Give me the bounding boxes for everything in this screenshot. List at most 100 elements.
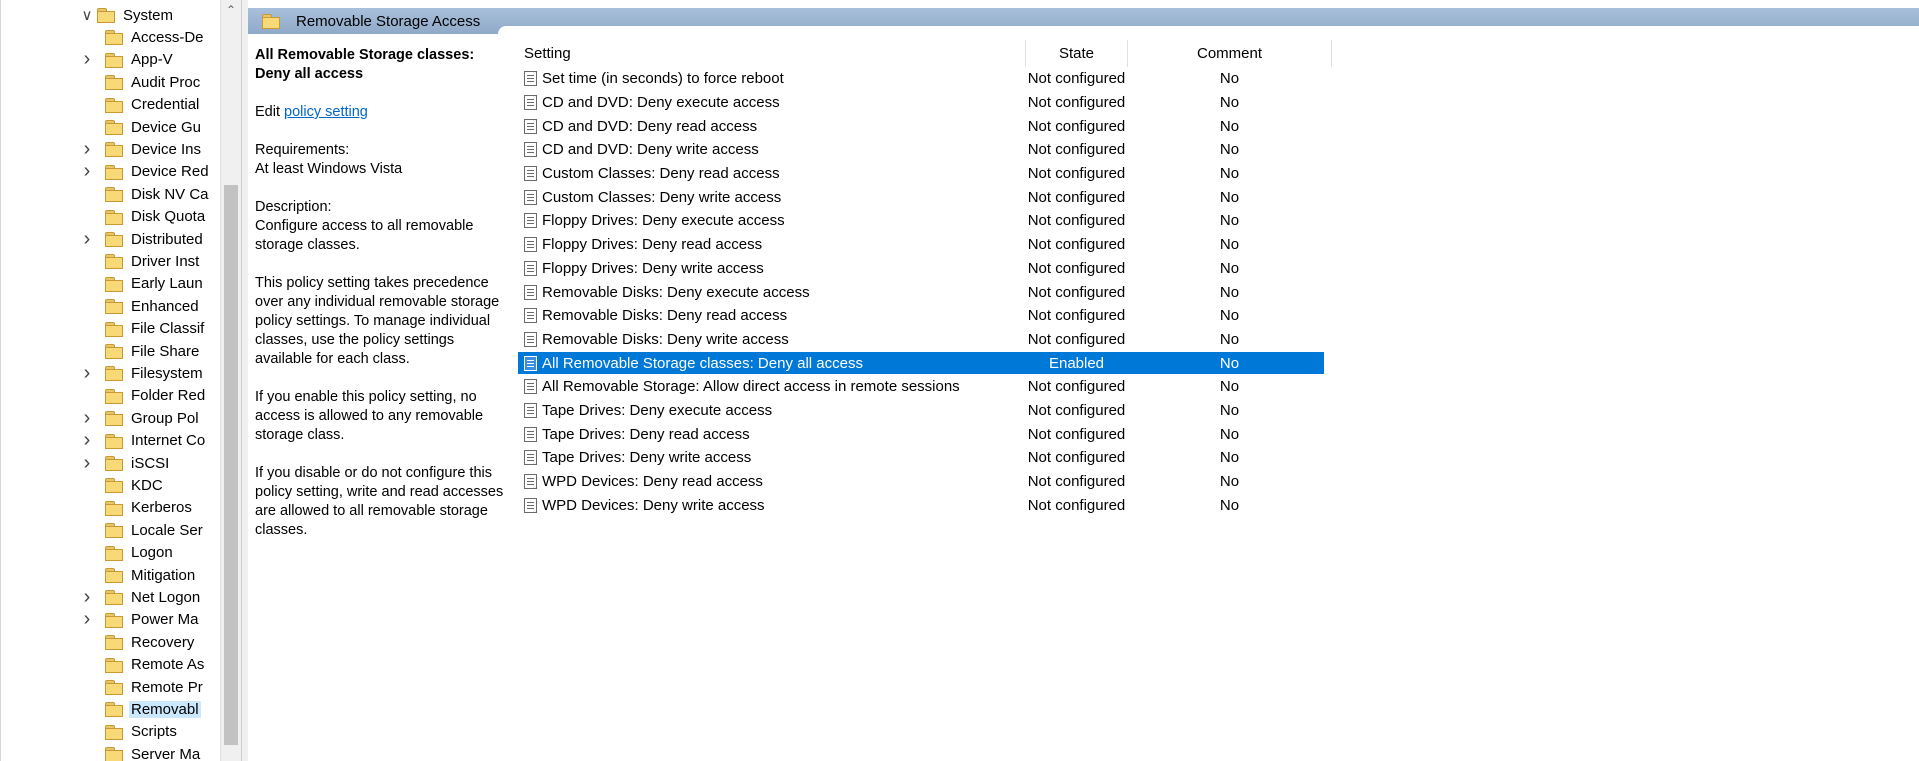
chevron-right-icon[interactable]: ›: [79, 452, 95, 474]
expander-placeholder: [79, 276, 95, 292]
tree-item[interactable]: Early Laun: [103, 273, 205, 295]
tree-item[interactable]: › Internet Co: [84, 429, 207, 452]
column-header-comment[interactable]: Comment: [1128, 40, 1331, 67]
tree-item[interactable]: › iSCSI: [84, 452, 171, 474]
tree-item[interactable]: Access-De: [103, 26, 206, 48]
table-row[interactable]: All Removable Storage: Allow direct acce…: [518, 375, 1578, 399]
tree-item-label: Access-De: [131, 28, 204, 46]
tree-item[interactable]: Locale Ser: [103, 519, 205, 541]
tree-item[interactable]: Remote As: [103, 654, 206, 676]
table-row[interactable]: Custom Classes: Deny write access Not con…: [518, 185, 1578, 209]
table-row[interactable]: Floppy Drives: Deny write access Not conf…: [518, 257, 1578, 281]
tree-item[interactable]: Folder Red: [103, 385, 207, 407]
edit-policy-link[interactable]: policy setting: [284, 104, 368, 120]
table-row[interactable]: Set time (in seconds) to force reboot Not…: [518, 67, 1578, 91]
setting-cell: Floppy Drives: Deny write access: [524, 257, 764, 281]
table-row[interactable]: Removable Disks: Deny execute access Not …: [518, 280, 1578, 304]
requirements-label: Requirements:: [255, 142, 350, 158]
folder-icon: [105, 612, 123, 628]
tree-item[interactable]: Device Gu: [103, 116, 203, 138]
table-row[interactable]: Tape Drives: Deny execute access Not conf…: [518, 399, 1578, 423]
chevron-down-icon[interactable]: ∨: [79, 7, 95, 24]
tree-item[interactable]: › Device Red: [84, 160, 211, 183]
expander-placeholder: [79, 634, 95, 650]
folder-icon: [105, 433, 123, 449]
tree-item[interactable]: Removabl: [103, 698, 201, 720]
scroll-up-icon[interactable]: ⌃: [221, 0, 241, 20]
comment-cell: No: [1219, 141, 1240, 159]
tree-item[interactable]: › Distributed: [84, 228, 205, 250]
table-row[interactable]: CD and DVD: Deny execute access Not confi…: [518, 91, 1578, 115]
chevron-right-icon[interactable]: ›: [79, 429, 95, 451]
table-row[interactable]: All Removable Storage classes: Deny all …: [518, 351, 1578, 375]
tree-item[interactable]: Mitigation: [103, 564, 197, 586]
state-cell: Not configured: [1027, 94, 1126, 112]
chevron-right-icon[interactable]: ›: [79, 407, 95, 429]
state-cell: Not configured: [1027, 496, 1126, 514]
tree-item[interactable]: File Classif: [103, 318, 206, 340]
table-row[interactable]: Removable Disks: Deny read access Not con…: [518, 304, 1578, 328]
chevron-right-icon[interactable]: ›: [79, 160, 95, 182]
tree-item-label: Internet Co: [131, 432, 206, 450]
tree-item[interactable]: › Power Ma: [84, 608, 201, 631]
tree-item[interactable]: ∨ System: [79, 4, 175, 26]
expander-placeholder: [79, 500, 95, 516]
tree-item[interactable]: Credential: [103, 94, 201, 116]
tree-item[interactable]: › Net Logon: [84, 586, 202, 608]
navigation-tree: ∨ System Access-De › App-V Audit Proc Credenti…: [0, 0, 225, 761]
column-header-setting[interactable]: Setting: [524, 40, 571, 67]
tree-item[interactable]: Enhanced: [103, 295, 201, 317]
tree-item[interactable]: › Device Ins: [84, 138, 203, 160]
setting-cell: Tape Drives: Deny read access: [524, 422, 750, 446]
chevron-right-icon[interactable]: ›: [79, 608, 95, 630]
tree-item[interactable]: Recovery: [103, 631, 196, 653]
table-row[interactable]: Tape Drives: Deny read access Not configu…: [518, 422, 1578, 446]
folder-icon: [105, 680, 123, 695]
tree-item[interactable]: › App-V: [84, 48, 175, 71]
tree-item[interactable]: KDC: [103, 474, 165, 496]
table-row[interactable]: CD and DVD: Deny write access Not configu…: [518, 138, 1578, 162]
state-cell: Not configured: [1027, 117, 1126, 135]
tree-item-label: Audit Proc: [131, 73, 201, 91]
tree-item[interactable]: Scripts: [103, 721, 179, 743]
folder-icon: [105, 500, 123, 516]
chevron-right-icon[interactable]: ›: [79, 362, 95, 384]
tree-item[interactable]: Remote Pr: [103, 676, 205, 698]
table-row[interactable]: Removable Disks: Deny write access Not co…: [518, 328, 1578, 352]
tree-item-label: Folder Red: [131, 387, 206, 405]
table-row[interactable]: WPD Devices: Deny write access Not config…: [518, 493, 1578, 517]
policy-setting-icon: [524, 426, 537, 442]
tree-scrollbar[interactable]: ⌃: [220, 0, 241, 761]
folder-icon: [105, 545, 123, 561]
tree-item[interactable]: Disk Quota: [103, 206, 207, 228]
setting-name: Removable Disks: Deny execute access: [542, 283, 810, 301]
table-row[interactable]: CD and DVD: Deny read access Not configur…: [518, 114, 1578, 138]
tree-item[interactable]: Driver Inst: [103, 250, 201, 272]
tree-item[interactable]: Audit Proc: [103, 71, 202, 93]
table-row[interactable]: Floppy Drives: Deny execute access Not co…: [518, 209, 1578, 233]
state-cell: Not configured: [1027, 330, 1126, 348]
tree-item[interactable]: Logon: [103, 542, 175, 564]
column-header-state[interactable]: State: [1026, 40, 1127, 67]
chevron-right-icon[interactable]: ›: [79, 48, 95, 70]
column-divider[interactable]: [1331, 40, 1332, 67]
tree-item[interactable]: Kerberos: [103, 497, 194, 519]
chevron-right-icon[interactable]: ›: [79, 586, 95, 608]
tree-item[interactable]: › Group Pol: [84, 407, 201, 429]
tree-item[interactable]: Disk NV Ca: [103, 183, 211, 205]
folder-icon: [105, 75, 123, 91]
table-row[interactable]: Custom Classes: Deny read access Not conf…: [518, 162, 1578, 186]
tree-item[interactable]: File Share: [103, 340, 201, 362]
expander-placeholder: [79, 746, 95, 761]
chevron-right-icon[interactable]: ›: [79, 138, 95, 160]
tree-item-label: Power Ma: [131, 611, 199, 629]
folder-icon: [262, 14, 280, 29]
table-row[interactable]: WPD Devices: Deny read access Not configu…: [518, 470, 1578, 494]
scrollbar-thumb[interactable]: [224, 185, 238, 745]
tree-item-label: App-V: [131, 51, 173, 69]
table-row[interactable]: Tape Drives: Deny write access Not config…: [518, 446, 1578, 470]
tree-item[interactable]: Server Ma: [103, 743, 202, 761]
tree-item[interactable]: › Filesystem: [84, 362, 205, 384]
table-row[interactable]: Floppy Drives: Deny read access Not confi…: [518, 233, 1578, 257]
chevron-right-icon[interactable]: ›: [79, 228, 95, 250]
